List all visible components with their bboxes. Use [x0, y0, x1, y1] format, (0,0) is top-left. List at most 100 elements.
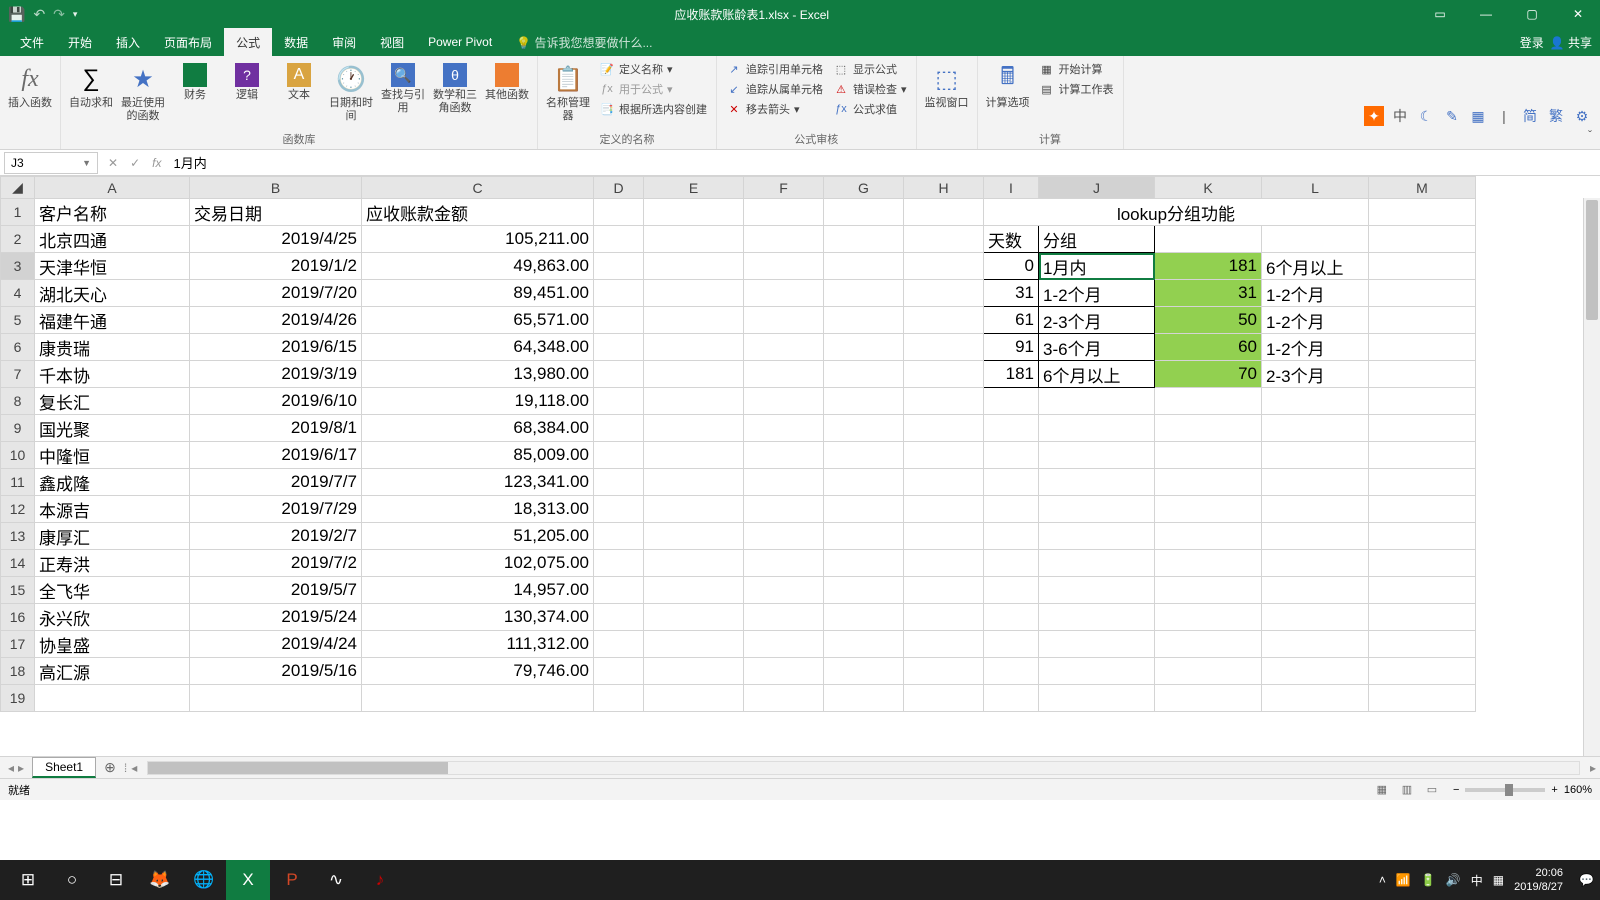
cell-M3[interactable]	[1369, 253, 1476, 280]
addin-icon-2[interactable]: 中	[1390, 106, 1410, 126]
cell-E6[interactable]	[644, 334, 744, 361]
cell-G15[interactable]	[824, 577, 904, 604]
row-header-17[interactable]: 17	[1, 631, 35, 658]
cell-M9[interactable]	[1369, 415, 1476, 442]
cell-I14[interactable]	[984, 550, 1039, 577]
cell-L5[interactable]: 1-2个月	[1262, 307, 1369, 334]
cell-A11[interactable]: 鑫成隆	[35, 469, 190, 496]
cell-H12[interactable]	[904, 496, 984, 523]
cell-H16[interactable]	[904, 604, 984, 631]
cell-B18[interactable]: 2019/5/16	[190, 658, 362, 685]
cell-K3[interactable]: 181	[1155, 253, 1262, 280]
cell-J11[interactable]	[1039, 469, 1155, 496]
cell-B3[interactable]: 2019/1/2	[190, 253, 362, 280]
row-header-18[interactable]: 18	[1, 658, 35, 685]
cell-L2[interactable]	[1262, 226, 1369, 253]
cell-G10[interactable]	[824, 442, 904, 469]
cell-L11[interactable]	[1262, 469, 1369, 496]
zoom-slider[interactable]	[1465, 788, 1545, 792]
cell-G17[interactable]	[824, 631, 904, 658]
calc-now-button[interactable]: ▦开始计算	[1036, 60, 1117, 78]
cell-A4[interactable]: 湖北天心	[35, 280, 190, 307]
addin-icon-6[interactable]: |	[1494, 106, 1514, 126]
cell-A14[interactable]: 正寿洪	[35, 550, 190, 577]
cell-I9[interactable]	[984, 415, 1039, 442]
cell-E9[interactable]	[644, 415, 744, 442]
cell-F8[interactable]	[744, 388, 824, 415]
cell-C16[interactable]: 130,374.00	[362, 604, 594, 631]
cell-F13[interactable]	[744, 523, 824, 550]
cell-E1[interactable]	[644, 199, 744, 226]
cell-M2[interactable]	[1369, 226, 1476, 253]
cell-E4[interactable]	[644, 280, 744, 307]
tellme[interactable]: 💡 告诉我您想要做什么...	[504, 28, 664, 57]
insert-function-button[interactable]: fx 插入函数	[6, 60, 54, 110]
cell-H3[interactable]	[904, 253, 984, 280]
name-box-dropdown-icon[interactable]: ▼	[82, 158, 91, 168]
share-button[interactable]: 👤 共享	[1550, 34, 1592, 51]
trace-dependents-button[interactable]: ↙追踪从属单元格	[723, 80, 826, 98]
cell-M1[interactable]	[1369, 199, 1476, 226]
cell-C8[interactable]: 19,118.00	[362, 388, 594, 415]
formula-input[interactable]	[167, 155, 1600, 170]
col-header-C[interactable]: C	[362, 177, 594, 199]
cell-K5[interactable]: 50	[1155, 307, 1262, 334]
row-header-19[interactable]: 19	[1, 685, 35, 712]
cell-C10[interactable]: 85,009.00	[362, 442, 594, 469]
define-name-button[interactable]: 📝定义名称 ▾	[596, 60, 710, 78]
cell-I6[interactable]: 91	[984, 334, 1039, 361]
col-header-D[interactable]: D	[594, 177, 644, 199]
name-box[interactable]: J3 ▼	[4, 152, 98, 174]
cell-C17[interactable]: 111,312.00	[362, 631, 594, 658]
cell-G14[interactable]	[824, 550, 904, 577]
cell-B4[interactable]: 2019/7/20	[190, 280, 362, 307]
cell-I18[interactable]	[984, 658, 1039, 685]
cell-A18[interactable]: 高汇源	[35, 658, 190, 685]
cell-I8[interactable]	[984, 388, 1039, 415]
cell-C15[interactable]: 14,957.00	[362, 577, 594, 604]
addin-icon-3[interactable]: ☾	[1416, 106, 1436, 126]
cell-D9[interactable]	[594, 415, 644, 442]
cell-D18[interactable]	[594, 658, 644, 685]
row-header-7[interactable]: 7	[1, 361, 35, 388]
calc-options-button[interactable]: 🖩计算选项	[984, 60, 1032, 110]
cell-A13[interactable]: 康厚汇	[35, 523, 190, 550]
cell-H5[interactable]	[904, 307, 984, 334]
vertical-scrollbar[interactable]	[1583, 198, 1600, 756]
col-header-G[interactable]: G	[824, 177, 904, 199]
cell-K13[interactable]	[1155, 523, 1262, 550]
cell-E18[interactable]	[644, 658, 744, 685]
ime-icon[interactable]: 中	[1471, 872, 1483, 889]
cell-M4[interactable]	[1369, 280, 1476, 307]
cell-E19[interactable]	[644, 685, 744, 712]
excel-icon[interactable]: X	[226, 860, 270, 900]
cell-D8[interactable]	[594, 388, 644, 415]
cell-F10[interactable]	[744, 442, 824, 469]
fx-icon[interactable]: fx	[146, 156, 167, 170]
cell-A3[interactable]: 天津华恒	[35, 253, 190, 280]
normal-view-icon[interactable]: ▦	[1371, 783, 1393, 796]
cell-K9[interactable]	[1155, 415, 1262, 442]
cell-M15[interactable]	[1369, 577, 1476, 604]
math-button[interactable]: θ数学和三角函数	[431, 60, 479, 115]
cell-C11[interactable]: 123,341.00	[362, 469, 594, 496]
firefox-icon[interactable]: 🦊	[138, 860, 182, 900]
col-header-H[interactable]: H	[904, 177, 984, 199]
cell-A9[interactable]: 国光聚	[35, 415, 190, 442]
cell-B13[interactable]: 2019/2/7	[190, 523, 362, 550]
cell-L3[interactable]: 6个月以上	[1262, 253, 1369, 280]
cancel-fx-icon[interactable]: ✕	[102, 156, 124, 170]
cell-H14[interactable]	[904, 550, 984, 577]
addin-icon-1[interactable]: ✦	[1364, 106, 1384, 126]
music-icon[interactable]: ♪	[358, 860, 402, 900]
cell-G6[interactable]	[824, 334, 904, 361]
cell-J19[interactable]	[1039, 685, 1155, 712]
app-icon[interactable]: ∿	[314, 860, 358, 900]
sheet-nav-last-icon[interactable]: ▸	[18, 761, 24, 775]
cell-E8[interactable]	[644, 388, 744, 415]
cell-D1[interactable]	[594, 199, 644, 226]
cell-B19[interactable]	[190, 685, 362, 712]
cell-B1[interactable]: 交易日期	[190, 199, 362, 226]
cell-I16[interactable]	[984, 604, 1039, 631]
cell-G12[interactable]	[824, 496, 904, 523]
